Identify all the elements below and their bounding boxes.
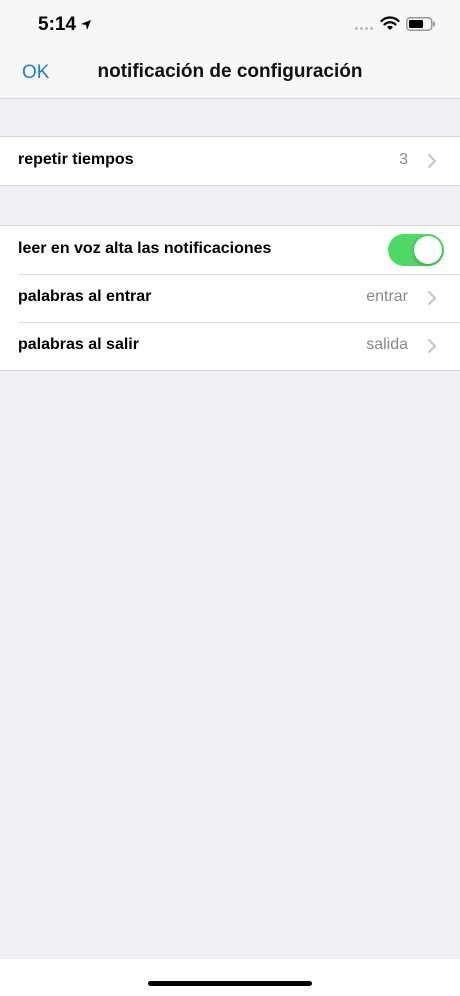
exit-words-label: palabras al salir xyxy=(18,336,139,353)
repeat-times-label: repetir tiempos xyxy=(18,151,134,168)
repeat-settings-group: repetir tiempos 3 xyxy=(0,136,460,186)
read-aloud-toggle[interactable] xyxy=(388,234,444,266)
read-aloud-row: leer en voz alta las notificaciones xyxy=(0,226,460,274)
wifi-icon xyxy=(380,16,400,30)
toggle-knob xyxy=(414,236,442,264)
navigation-bar: OK notificación de configuración xyxy=(0,50,460,99)
notification-voice-group: leer en voz alta las notificaciones pala… xyxy=(0,225,460,371)
ok-button[interactable]: OK xyxy=(22,62,49,84)
battery-icon xyxy=(406,17,435,31)
status-time-text: 5:14 xyxy=(38,14,77,35)
repeat-times-value: 3 xyxy=(399,151,408,168)
location-arrow-icon xyxy=(81,20,92,30)
status-bar: 5:14 xyxy=(0,0,460,50)
read-aloud-label: leer en voz alta las notificaciones xyxy=(18,240,272,257)
cellular-signal-icon xyxy=(355,27,373,30)
exit-words-row[interactable]: palabras al salir salida xyxy=(0,322,460,370)
exit-words-value: salida xyxy=(366,336,408,353)
status-time: 5:14 xyxy=(38,14,92,36)
home-indicator[interactable] xyxy=(148,981,312,986)
enter-words-label: palabras al entrar xyxy=(18,288,152,305)
enter-words-row[interactable]: palabras al entrar entrar xyxy=(0,274,460,322)
bottom-bar xyxy=(0,959,460,996)
settings-content: repetir tiempos 3 leer en voz alta las n… xyxy=(0,99,460,959)
chevron-right-icon xyxy=(428,291,436,305)
repeat-times-row[interactable]: repetir tiempos 3 xyxy=(0,137,460,185)
page-title: notificación de configuración xyxy=(97,61,363,82)
chevron-right-icon xyxy=(428,154,436,168)
chevron-right-icon xyxy=(428,339,436,353)
enter-words-value: entrar xyxy=(366,288,408,305)
